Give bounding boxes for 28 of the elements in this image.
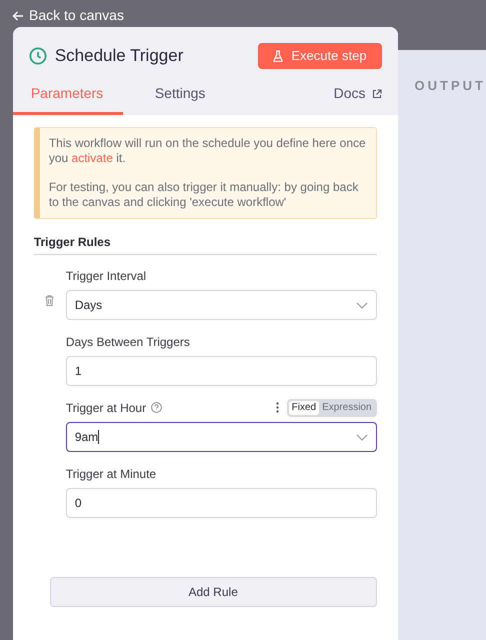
mode-option[interactable]: Expression <box>319 400 375 414</box>
back-link[interactable]: Back to canvas <box>12 5 124 26</box>
output-title: OUTPUT <box>414 78 486 93</box>
clock-icon <box>28 47 47 65</box>
field-label: Days Between Triggers <box>66 334 190 350</box>
add-rule-button[interactable]: Add Rule <box>50 577 377 607</box>
field-label: Trigger at Hour <box>66 400 146 416</box>
more-icon[interactable] <box>276 402 279 413</box>
flask-icon <box>273 50 284 62</box>
help-icon[interactable] <box>151 402 162 413</box>
tab[interactable]: Settings <box>152 83 208 115</box>
trash-icon[interactable] <box>44 295 54 306</box>
chevron-down-icon <box>356 302 368 308</box>
chevron-down-icon <box>356 434 368 440</box>
input-field[interactable]: 0 <box>66 488 377 518</box>
section-title: Trigger Rules <box>34 233 377 255</box>
input-field[interactable]: 1 <box>66 356 377 386</box>
select-field[interactable]: 9am <box>66 422 377 452</box>
field-label: Trigger at Minute <box>66 466 156 482</box>
field-label: Trigger Interval <box>66 268 146 284</box>
external-link-icon <box>372 88 382 98</box>
notice-text: This workflow will run on the schedule you define here once you activate it. <box>48 136 367 166</box>
notice-text: For testing, you can also trigger it manually: by going back to the canvas and clicking 'execute workflow' <box>48 180 360 210</box>
node-title: Schedule Trigger <box>54 45 184 68</box>
mode-option[interactable]: Fixed <box>288 400 320 414</box>
select-field[interactable]: Days <box>66 290 377 320</box>
docs-link[interactable]: Docs <box>334 83 382 115</box>
back-arrow-icon <box>12 10 24 22</box>
